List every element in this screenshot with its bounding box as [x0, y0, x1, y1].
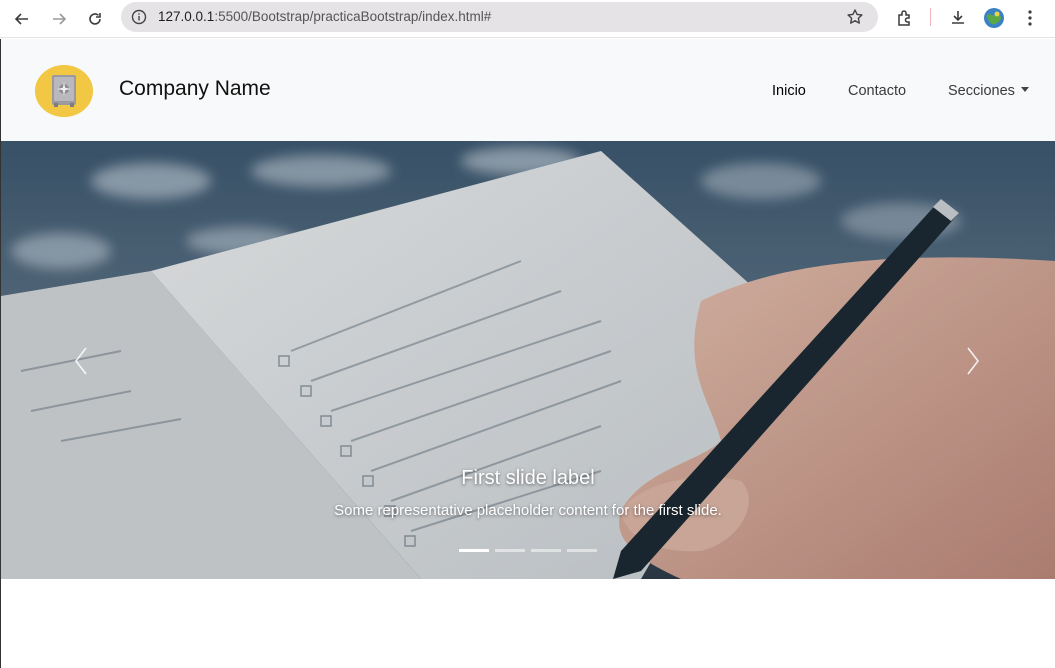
- url-text[interactable]: 127.0.0.1:5500/Bootstrap/practicaBootstr…: [158, 9, 491, 24]
- forward-arrow-icon: [53, 13, 67, 25]
- forward-button[interactable]: [46, 6, 72, 32]
- carousel-next-button[interactable]: [958, 341, 988, 381]
- company-logo[interactable]: [35, 65, 93, 117]
- nav-dropdown-secciones[interactable]: Secciones: [948, 83, 1029, 99]
- carousel-prev-button[interactable]: [66, 341, 96, 381]
- chevron-right-icon: [967, 347, 980, 375]
- url-path: :5500/Bootstrap/practicaBootstrap/index.…: [214, 9, 492, 24]
- nav-dropdown-label: Secciones: [948, 83, 1015, 99]
- carousel: First slide label Some representative pl…: [1, 141, 1055, 579]
- address-bar[interactable]: 127.0.0.1:5500/Bootstrap/practicaBootstr…: [121, 2, 878, 32]
- caret-down-icon: [1020, 87, 1029, 92]
- carousel-indicators: [459, 549, 597, 552]
- toolbar-divider: [930, 8, 931, 26]
- site-info-icon[interactable]: [129, 7, 149, 27]
- reload-button[interactable]: [82, 6, 108, 32]
- nav-link-inicio[interactable]: Inicio: [772, 83, 806, 99]
- carousel-indicator-4[interactable]: [567, 549, 597, 552]
- browser-toolbar: 127.0.0.1:5500/Bootstrap/practicaBootstr…: [0, 0, 1055, 38]
- reload-icon: [89, 13, 101, 25]
- carousel-indicator-3[interactable]: [531, 549, 561, 552]
- carousel-indicator-1[interactable]: [459, 549, 489, 552]
- slide-caption-text: Some representative placeholder content …: [334, 502, 722, 519]
- navbar-brand[interactable]: Company Name: [119, 77, 271, 101]
- navbar: Company Name Inicio Contacto Secciones: [1, 39, 1055, 141]
- download-icon[interactable]: [945, 5, 971, 31]
- carousel-indicator-2[interactable]: [495, 549, 525, 552]
- browser-menu-icon[interactable]: [1017, 5, 1043, 31]
- nav-link-contacto[interactable]: Contacto: [848, 83, 906, 99]
- safe-logo-icon: [35, 65, 93, 117]
- bookmark-star-icon[interactable]: [846, 8, 864, 26]
- extensions-icon[interactable]: [892, 5, 918, 31]
- back-arrow-icon: [14, 13, 28, 25]
- url-host: 127.0.0.1: [158, 9, 215, 24]
- slide-caption-title: First slide label: [461, 467, 595, 489]
- profile-avatar-icon[interactable]: [981, 5, 1007, 31]
- back-button[interactable]: [9, 6, 35, 32]
- page-viewport: Company Name Inicio Contacto Secciones F…: [0, 39, 1055, 668]
- chevron-left-icon: [74, 347, 87, 375]
